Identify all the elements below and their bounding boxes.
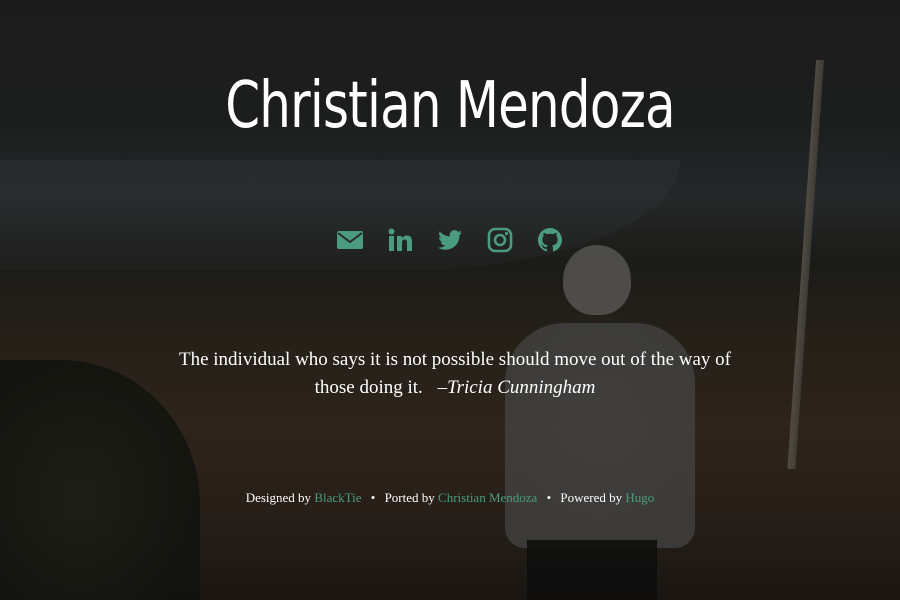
footer-separator: • [546, 490, 552, 505]
footer-hugo-link[interactable]: Hugo [625, 490, 654, 505]
footer: Designed by BlackTie • Ported by Christi… [0, 490, 900, 506]
linkedin-link[interactable] [386, 226, 414, 254]
footer-author-link[interactable]: Christian Mendoza [438, 490, 537, 505]
quote-author: –Tricia Cunningham [437, 377, 596, 398]
page-content: Christian Mendoza The individual who say… [0, 0, 900, 600]
linkedin-icon [388, 228, 412, 251]
page-title: Christian Mendoza [225, 69, 675, 143]
envelope-icon [337, 231, 363, 249]
email-link[interactable] [336, 226, 364, 254]
quote-block: The individual who says it is not possib… [170, 346, 740, 402]
footer-separator: • [370, 490, 376, 505]
footer-blacktie-link[interactable]: BlackTie [314, 490, 361, 505]
social-links [0, 226, 900, 254]
github-icon [537, 227, 562, 252]
footer-powered-prefix: Powered by [560, 490, 623, 505]
instagram-icon [487, 227, 513, 253]
footer-designed-prefix: Designed by [245, 490, 312, 505]
github-link[interactable] [536, 226, 564, 254]
twitter-link[interactable] [436, 226, 464, 254]
footer-ported-prefix: Ported by [384, 490, 435, 505]
instagram-link[interactable] [486, 226, 514, 254]
twitter-icon [438, 230, 462, 250]
